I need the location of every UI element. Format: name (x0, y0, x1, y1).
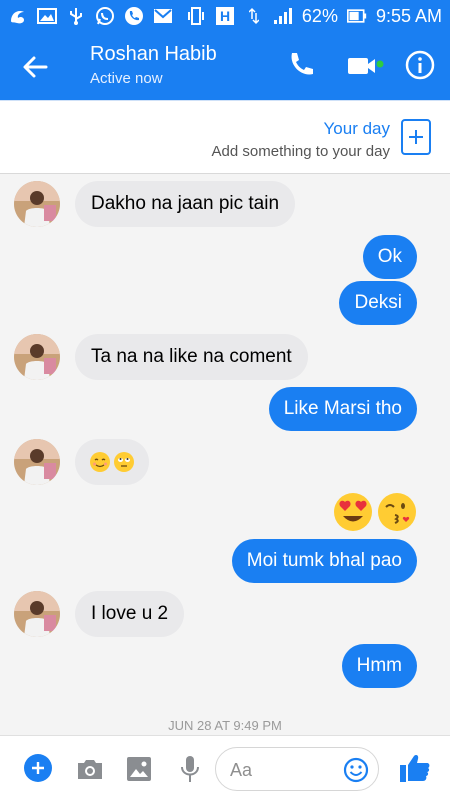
contact-avatar[interactable] (14, 591, 60, 637)
contact-name[interactable]: Roshan Habib (90, 43, 217, 66)
conversation-header: Roshan Habib Active now (0, 32, 450, 100)
voice-message-button[interactable] (180, 755, 200, 783)
blush-emoji-icon (90, 452, 110, 472)
gmail-icon (153, 7, 173, 25)
contact-avatar[interactable] (14, 334, 60, 380)
contact-avatar[interactable] (14, 181, 60, 227)
message-bubble-outgoing[interactable]: Deksi (339, 281, 417, 325)
your-day-title: Your day (323, 119, 390, 138)
eye-roll-emoji-icon (114, 452, 134, 472)
smiley-icon (343, 757, 369, 783)
conversation-info-button[interactable] (404, 49, 436, 81)
active-status: Active now (90, 70, 163, 87)
message-bubble-incoming[interactable]: Ta na na like na coment (75, 334, 308, 380)
phone-icon (291, 53, 313, 75)
back-arrow-icon (23, 56, 48, 78)
active-dot (376, 60, 384, 68)
plus-icon (409, 130, 423, 144)
svg-text:H: H (220, 8, 230, 24)
message-timestamp: JUN 28 AT 9:49 PM (168, 718, 282, 733)
message-bubble-incoming[interactable]: I love u 2 (75, 591, 185, 637)
battery-icon (346, 7, 367, 25)
gallery-button[interactable] (126, 756, 152, 782)
clock: 9:55 AM (375, 5, 442, 26)
phone-status-icon (124, 7, 144, 25)
avatar-photo (14, 181, 60, 227)
emoji-picker-button[interactable] (343, 757, 369, 783)
avatar-photo (14, 334, 60, 380)
signal-icon (273, 7, 293, 25)
battery-percent: 62% (301, 5, 338, 26)
info-icon (405, 50, 435, 80)
message-bubble-incoming[interactable]: Dakho na jaan pic tain (75, 181, 296, 227)
message-composer (0, 735, 450, 800)
whatsapp-icon (95, 7, 115, 25)
message-bubble-incoming-emoji[interactable] (75, 439, 149, 485)
message-bubble-outgoing[interactable]: Ok (362, 235, 417, 279)
video-camera-icon (348, 58, 384, 74)
contact-avatar[interactable] (14, 439, 60, 485)
message-bubble-outgoing[interactable]: Like Marsi tho (268, 387, 417, 431)
message-input-container[interactable] (215, 747, 379, 791)
vibrate-icon (186, 7, 206, 25)
image-icon (127, 757, 151, 781)
video-call-button[interactable] (346, 52, 384, 80)
message-bubble-outgoing[interactable]: Hmm (341, 644, 417, 688)
voice-call-button[interactable] (286, 50, 316, 80)
message-emoji-outgoing[interactable] (332, 491, 418, 535)
thumbs-up-icon (400, 755, 430, 782)
camera-button[interactable] (76, 757, 104, 781)
message-bubble-outgoing[interactable]: Moi tumk bhal pao (231, 539, 417, 583)
gallery-icon (37, 7, 57, 25)
microphone-icon (181, 756, 199, 782)
usb-icon (66, 7, 86, 25)
data-arrows-icon (244, 7, 264, 25)
kissing-wink-emoji-icon (378, 493, 416, 531)
message-input[interactable] (230, 757, 340, 783)
status-bar: H 62% 9:55 AM (0, 0, 450, 32)
uc-browser-icon (8, 7, 28, 25)
your-day-bar[interactable]: Your day Add something to your day (0, 100, 450, 174)
back-button[interactable] (18, 50, 52, 84)
your-day-subtitle: Add something to your day (211, 143, 390, 160)
heart-eyes-emoji-icon (334, 493, 372, 531)
avatar-photo (14, 591, 60, 637)
more-actions-button[interactable] (24, 754, 52, 782)
avatar-photo (14, 439, 60, 485)
hspa-icon: H (215, 7, 235, 25)
plus-icon (32, 762, 44, 774)
camera-icon (78, 760, 102, 779)
add-to-day-button[interactable] (401, 119, 431, 155)
send-like-button[interactable] (399, 753, 431, 783)
